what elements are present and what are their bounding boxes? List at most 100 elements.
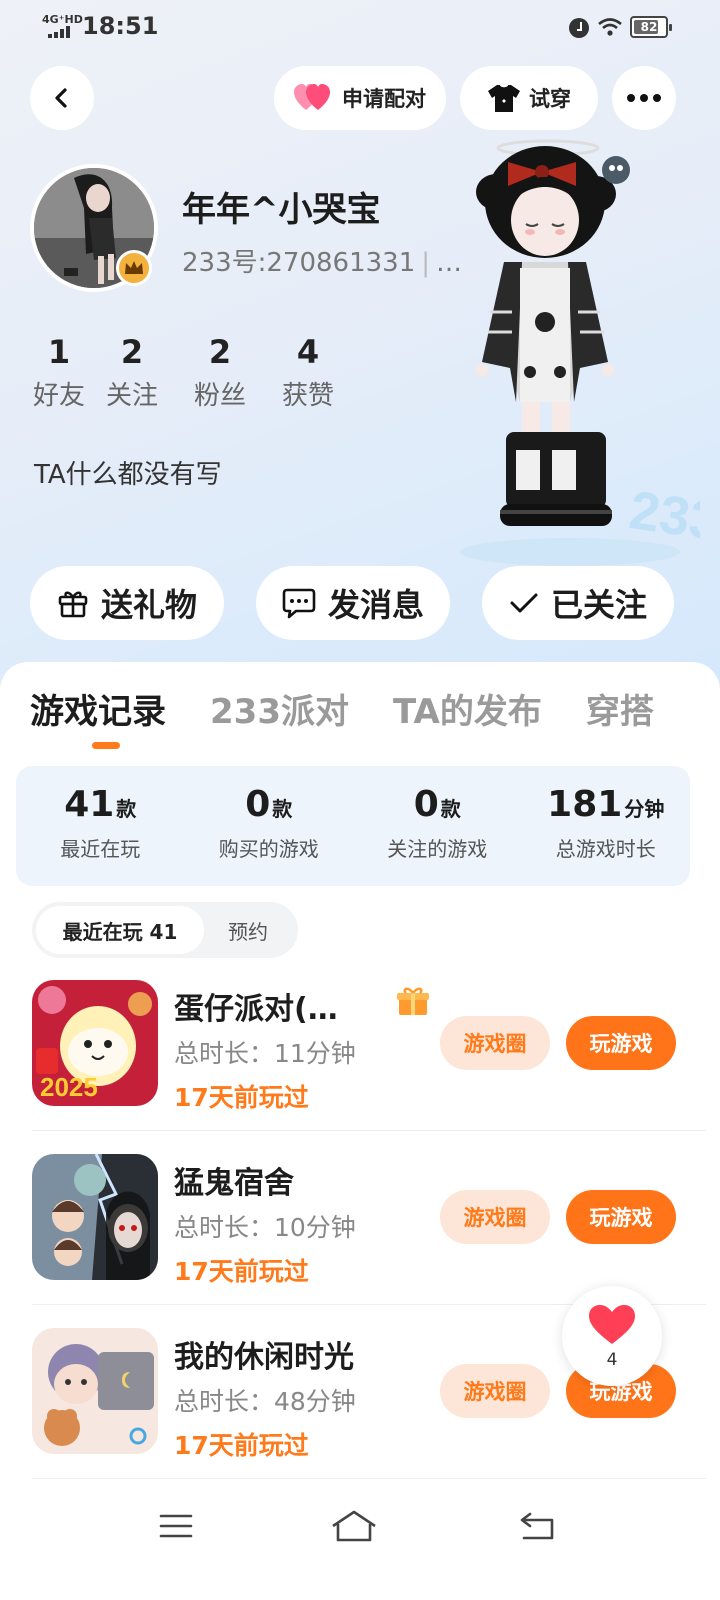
nickname: 年年^小哭宝 [182,190,381,230]
stat-likes[interactable]: 4 获赞 [264,332,352,416]
subtab-recent[interactable]: 最近在玩 41 [36,906,204,954]
summary-followed-games[interactable]: 0款 关注的游戏 [353,766,522,886]
gift-badge-icon[interactable] [396,986,430,1016]
battery-level: 82 [640,20,658,34]
followed-button[interactable]: 已关注 [482,566,674,640]
divider [32,1130,706,1131]
back-button[interactable] [30,66,94,130]
menu-icon[interactable] [158,1512,194,1540]
stat-label: 粉丝 [193,381,246,411]
summary-recent[interactable]: 41 款 最近在玩 [16,766,185,886]
more-button[interactable] [612,66,676,130]
apply-match-label: 申请配对 [342,87,426,111]
apply-match-button[interactable]: 申请配对 [274,66,446,130]
bio: TA什么都没有写 [34,460,222,490]
stat-label: 获赞 [281,381,334,411]
game-icon-ghost-dorm [32,1154,158,1280]
followed-label: 已关注 [550,586,647,624]
network-label: 4G⁺HD [42,13,83,26]
avatar-character[interactable]: 233 [460,132,700,572]
signal-icon [48,26,74,38]
heart-icon [589,1305,635,1344]
summary-value: 0 [413,784,439,825]
game-last-played: 17天前玩过 [174,1431,309,1460]
shirt-icon [488,85,520,112]
send-message-button[interactable]: 发消息 [256,566,450,640]
home-icon[interactable] [330,1508,378,1544]
game-last-played: 17天前玩过 [174,1257,309,1286]
summary-purchased[interactable]: 0款 购买的游戏 [185,766,354,886]
like-count: 4 [606,1350,618,1370]
summary-label: 购买的游戏 [218,837,319,861]
send-gift-label: 送礼物 [100,586,197,624]
tab-game-records[interactable]: 游戏记录 [30,684,166,733]
divider [32,1478,706,1479]
back-nav-icon[interactable] [518,1510,558,1542]
summary-label: 最近在玩 [60,837,141,861]
tab-outfits[interactable]: 穿搭 [586,684,654,733]
game-subtabs: 最近在玩 41 预约 [32,902,298,958]
user-id-more[interactable]: … [436,248,462,278]
chevron-left-icon [55,88,67,108]
alarm-icon [569,18,589,38]
stat-num: 2 [208,333,232,371]
battery-icon: 82 [630,16,672,38]
summary-value: 0 [245,784,271,825]
play-game-button[interactable]: 玩游戏 [566,1190,676,1244]
game-name: 我的休闲时光 [174,1340,354,1375]
wifi-icon [598,18,622,36]
status-bar: 4G⁺HD 18:51 82 [0,0,720,56]
stat-num: 2 [120,333,144,371]
game-row[interactable]: 2025 蛋仔派对(… 总时长：11分钟 17天前玩过 游戏圈 玩游戏 [0,980,720,1154]
check-icon [510,593,538,613]
game-duration: 总时长：10分钟 [174,1213,356,1242]
stat-friends[interactable]: 1 好友 [30,332,88,416]
user-id[interactable]: 233号:270861331 |… [182,242,462,279]
game-duration: 总时长：48分钟 [174,1387,356,1416]
play-game-button[interactable]: 玩游戏 [566,1016,676,1070]
summary-value: 41 [64,784,115,825]
game-circle-button[interactable]: 游戏圈 [440,1190,550,1244]
summary-unit: 款 [116,797,137,821]
active-tab-indicator [92,742,120,749]
stat-num: 1 [47,333,71,371]
game-icon-year: 2025 [40,1072,98,1102]
chat-icon [282,588,316,619]
game-last-played: 17天前玩过 [174,1083,309,1112]
tab-posts[interactable]: TA的发布 [393,684,542,733]
gift-icon [58,591,88,618]
system-nav-bar [0,1480,720,1600]
subtab-reserve[interactable]: 预约 [228,906,268,954]
user-id-value: 233号:270861331 [182,248,416,278]
like-float-button[interactable]: 4 [562,1286,662,1386]
send-message-label: 发消息 [327,586,424,624]
summary-unit: 款 [272,797,293,821]
game-icon-eggy-party: 2025 [32,980,158,1106]
status-time: 18:51 [82,12,159,40]
stat-following[interactable]: 2 关注 [88,332,176,416]
game-icon-leisure-time [32,1328,158,1454]
summary-unit: 分钟 [624,797,665,821]
send-gift-button[interactable]: 送礼物 [30,566,224,640]
stat-label: 关注 [105,381,158,411]
game-duration: 总时长：11分钟 [174,1039,356,1068]
profile-stats: 1 好友 2 关注 2 粉丝 4 获赞 [30,332,352,416]
game-circle-button[interactable]: 游戏圈 [440,1016,550,1070]
game-summary: 41 款 最近在玩 0款 购买的游戏 0款 关注的游戏 181 分钟 总游戏时长 [16,766,690,886]
stat-fans[interactable]: 2 粉丝 [176,332,264,416]
game-name: 蛋仔派对(… [174,992,338,1027]
summary-total-time[interactable]: 181 分钟 总游戏时长 [522,766,691,886]
summary-unit: 款 [440,797,461,821]
crown-badge-icon [116,250,152,286]
stat-label: 好友 [32,381,85,411]
try-on-label: 试穿 [529,87,571,111]
game-circle-button[interactable]: 游戏圈 [440,1364,550,1418]
tab-233-party[interactable]: 233派对 [210,684,349,733]
profile-tabs: 游戏记录 233派对 TA的发布 穿搭 [30,684,698,733]
try-on-button[interactable]: 试穿 [460,66,598,130]
stat-num: 4 [296,333,320,371]
game-name: 猛鬼宿舍 [174,1166,294,1201]
summary-label: 关注的游戏 [387,837,488,861]
more-horizontal-icon [627,94,661,102]
double-heart-icon [294,84,330,110]
